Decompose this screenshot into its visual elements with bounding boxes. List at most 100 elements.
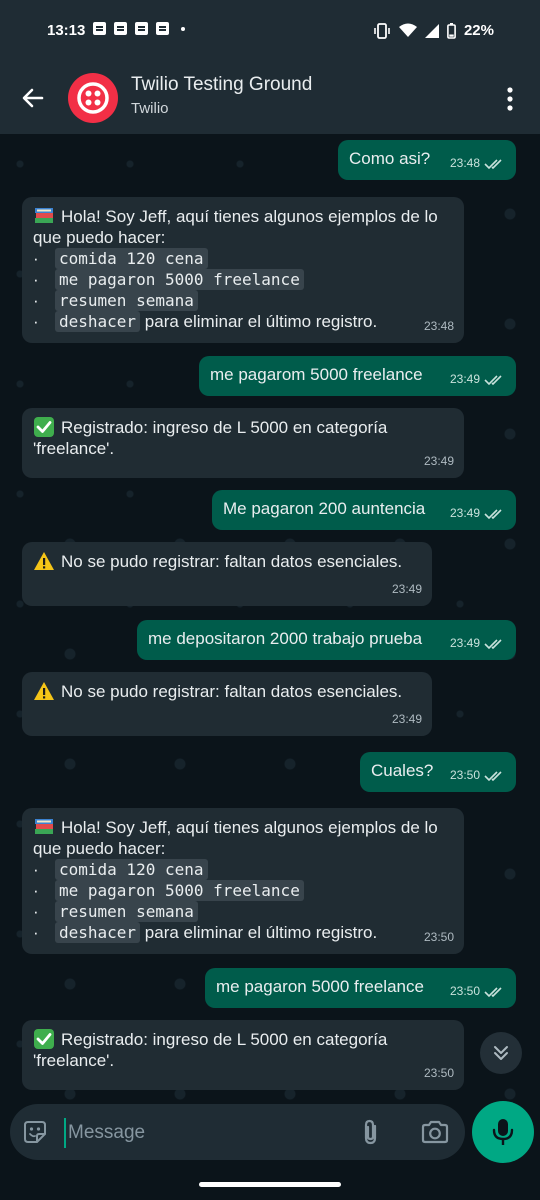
notification-icon bbox=[93, 22, 106, 35]
incoming-message[interactable]: Registrado: ingreso de L 5000 en categor… bbox=[22, 1020, 464, 1090]
back-arrow-icon[interactable] bbox=[18, 83, 48, 113]
outgoing-message[interactable]: me pagarom 5000 freelance 23:49 bbox=[199, 356, 516, 396]
message-time: 23:50 bbox=[423, 930, 454, 944]
message-time: 23:49 bbox=[449, 636, 480, 650]
command-suffix: para eliminar el último registro. bbox=[144, 923, 378, 942]
check-mark-emoji-icon bbox=[34, 417, 54, 437]
list-item: · me pagaron 5000 freelance bbox=[33, 269, 453, 290]
avatar[interactable] bbox=[68, 73, 118, 123]
chat-subtitle: Twilio bbox=[131, 100, 169, 117]
message-meta: 23:49 bbox=[392, 709, 422, 730]
vibrate-icon bbox=[374, 22, 390, 39]
message-time: 23:50 bbox=[449, 768, 480, 782]
message-text: Hola! Soy Jeff, aquí tienes algunos ejem… bbox=[22, 808, 464, 951]
message-time: 23:49 bbox=[391, 712, 422, 726]
list-item: · comida 120 cena bbox=[33, 859, 453, 880]
message-intro: Hola! Soy Jeff, aquí tienes algunos ejem… bbox=[33, 818, 438, 858]
message-time: 23:49 bbox=[449, 506, 480, 520]
double-check-icon bbox=[484, 508, 502, 519]
message-meta: 23:50 bbox=[424, 1063, 454, 1084]
command-suffix: para eliminar el último registro. bbox=[144, 312, 378, 331]
notification-icon bbox=[135, 22, 148, 35]
message-time: 23:49 bbox=[423, 454, 454, 468]
outgoing-message[interactable]: Me pagaron 200 auntencia 23:49 bbox=[212, 490, 516, 530]
message-meta: 23:50 bbox=[424, 927, 454, 948]
outgoing-message[interactable]: me depositaron 2000 trabajo prueba 23:49 bbox=[137, 620, 516, 660]
books-emoji-icon bbox=[35, 819, 53, 834]
camera-icon[interactable] bbox=[420, 1118, 450, 1146]
more-vert-icon[interactable] bbox=[500, 86, 520, 112]
message-intro: Hola! Soy Jeff, aquí tienes algunos ejem… bbox=[33, 207, 438, 247]
incoming-message[interactable]: No se pudo registrar: faltan datos esenc… bbox=[22, 672, 432, 736]
command-code: deshacer bbox=[55, 922, 141, 943]
command-code: comida 120 cena bbox=[55, 859, 208, 880]
list-item: · me pagaron 5000 freelance bbox=[33, 880, 453, 901]
double-check-icon bbox=[484, 158, 502, 169]
twilio-logo-icon bbox=[77, 82, 109, 114]
microphone-icon bbox=[492, 1119, 514, 1145]
message-time: 23:50 bbox=[423, 1066, 454, 1080]
message-meta: 23:50 bbox=[450, 981, 506, 1002]
command-code: me pagaron 5000 freelance bbox=[55, 880, 304, 901]
incoming-message[interactable]: No se pudo registrar: faltan datos esenc… bbox=[22, 542, 432, 606]
check-mark-emoji-icon bbox=[34, 1029, 54, 1049]
warning-emoji-icon bbox=[34, 682, 54, 700]
voice-message-button[interactable] bbox=[472, 1101, 534, 1163]
message-time: 23:49 bbox=[391, 582, 422, 596]
battery-level: 22% bbox=[463, 22, 494, 39]
message-meta: 23:49 bbox=[424, 451, 454, 472]
message-meta: 23:50 bbox=[450, 765, 506, 786]
list-item: · resumen semana bbox=[33, 290, 453, 311]
message-input[interactable] bbox=[64, 1118, 350, 1148]
status-bar: 13:13 22% bbox=[0, 0, 540, 62]
list-item: · deshacer para eliminar el último regist… bbox=[33, 311, 378, 332]
message-list[interactable]: Como asi? 23:48 Hola! Soy Jeff, aquí tie… bbox=[0, 134, 540, 1100]
message-text: No se pudo registrar: faltan datos esenc… bbox=[22, 542, 432, 580]
message-text: Registrado: ingreso de L 5000 en categor… bbox=[33, 417, 388, 458]
chevrons-down-icon bbox=[494, 1046, 508, 1060]
incoming-message[interactable]: Registrado: ingreso de L 5000 en categor… bbox=[22, 408, 464, 478]
message-composer bbox=[10, 1104, 465, 1160]
battery-icon bbox=[447, 22, 456, 39]
books-emoji-icon bbox=[35, 208, 53, 223]
message-meta: 23:49 bbox=[450, 503, 506, 524]
double-check-icon bbox=[484, 638, 502, 649]
outgoing-message[interactable]: Cuales? 23:50 bbox=[360, 752, 516, 792]
message-text: No se pudo registrar: faltan datos esenc… bbox=[22, 672, 432, 710]
wifi-icon bbox=[398, 23, 417, 37]
command-code: comida 120 cena bbox=[55, 248, 208, 269]
message-meta: 23:48 bbox=[424, 316, 454, 337]
command-code: me pagaron 5000 freelance bbox=[55, 269, 304, 290]
list-item: · deshacer para eliminar el último regist… bbox=[33, 922, 378, 943]
scroll-to-bottom-button[interactable] bbox=[480, 1032, 522, 1074]
sticker-icon[interactable] bbox=[22, 1119, 48, 1145]
message-time: 23:49 bbox=[449, 372, 480, 386]
command-code: resumen semana bbox=[55, 290, 198, 311]
outgoing-message[interactable]: me pagaron 5000 freelance 23:50 bbox=[205, 968, 516, 1008]
chat-header: Twilio Testing Ground Twilio bbox=[0, 62, 540, 134]
paperclip-icon[interactable] bbox=[358, 1118, 384, 1146]
chat-title: Twilio Testing Ground bbox=[131, 74, 313, 95]
message-meta: 23:49 bbox=[450, 633, 506, 654]
incoming-message[interactable]: Hola! Soy Jeff, aquí tienes algunos ejem… bbox=[22, 197, 464, 343]
outgoing-message[interactable]: Como asi? 23:48 bbox=[338, 140, 516, 180]
incoming-message[interactable]: Hola! Soy Jeff, aquí tienes algunos ejem… bbox=[22, 808, 464, 954]
notification-icons bbox=[93, 22, 185, 35]
more-notifications-dot-icon bbox=[181, 26, 185, 31]
message-text: Hola! Soy Jeff, aquí tienes algunos ejem… bbox=[22, 197, 464, 340]
home-gesture-handle[interactable] bbox=[199, 1182, 341, 1187]
notification-icon bbox=[156, 22, 169, 35]
command-code: resumen semana bbox=[55, 901, 198, 922]
double-check-icon bbox=[484, 770, 502, 781]
message-meta: 23:49 bbox=[450, 369, 506, 390]
list-item: · resumen semana bbox=[33, 901, 453, 922]
notification-icon bbox=[114, 22, 127, 35]
message-text: Registrado: ingreso de L 5000 en categor… bbox=[33, 1029, 388, 1070]
system-nav-bar bbox=[0, 1163, 540, 1200]
message-time: 23:48 bbox=[449, 156, 480, 170]
chat-title-block[interactable]: Twilio Testing Ground Twilio bbox=[131, 74, 312, 117]
message-time: 23:48 bbox=[423, 319, 454, 333]
command-code: deshacer bbox=[55, 311, 141, 332]
double-check-icon bbox=[484, 986, 502, 997]
signal-icon bbox=[424, 23, 439, 38]
